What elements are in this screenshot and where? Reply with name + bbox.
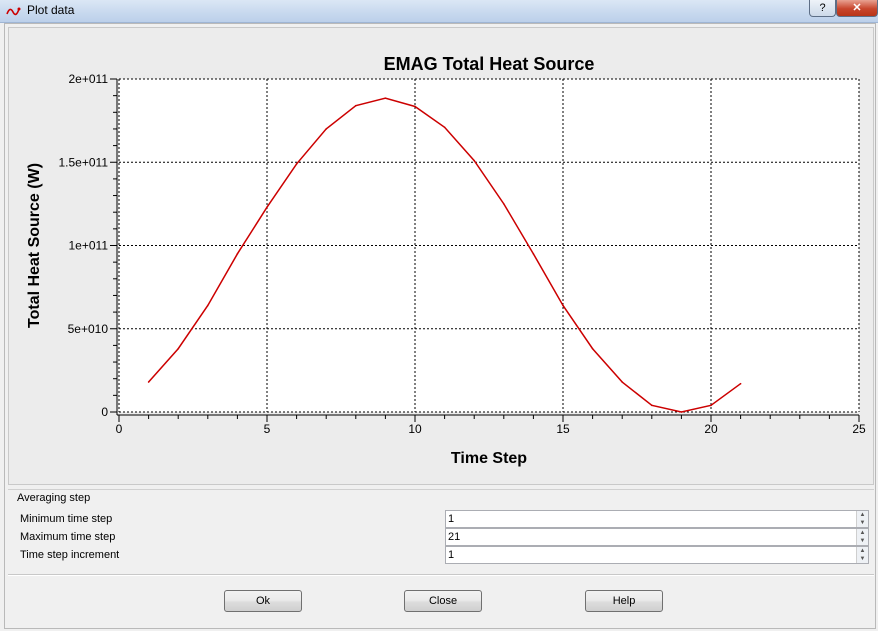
y-axis-label: Total Heat Source (W)	[26, 163, 43, 328]
min-time-step-input[interactable]	[448, 512, 848, 526]
min-time-step-label: Minimum time step	[20, 513, 113, 525]
x-tick-label: 20	[704, 422, 718, 436]
data-point	[739, 382, 742, 385]
y-tick-label: 1e+011	[69, 239, 109, 253]
spin-up-icon[interactable]: ▲	[857, 511, 868, 519]
data-point	[562, 304, 564, 307]
data-point	[532, 253, 535, 255]
close-window-button[interactable]: ✕	[836, 0, 878, 17]
group-title: Averaging step	[17, 492, 95, 504]
y-tick-label: 0	[101, 405, 108, 419]
plot-app-icon	[6, 7, 21, 16]
ok-button[interactable]: Ok	[224, 590, 302, 612]
help-button[interactable]: Help	[585, 590, 663, 612]
x-tick-label: 15	[556, 422, 570, 436]
data-point	[147, 381, 150, 383]
time-step-increment-input[interactable]	[448, 548, 848, 562]
data-point	[621, 381, 623, 383]
chart-title: EMAG Total Heat Source	[384, 54, 595, 74]
data-point	[443, 126, 446, 129]
title-bar: Plot data ? ✕	[0, 0, 878, 23]
spin-down-icon[interactable]: ▼	[857, 555, 868, 563]
data-point	[473, 159, 476, 162]
time-step-increment-spinbox[interactable]: ▲ ▼	[445, 546, 869, 564]
y-tick-label: 1.5e+011	[59, 155, 109, 169]
time-step-increment-label: Time step increment	[20, 549, 120, 561]
help-title-button[interactable]: ?	[809, 0, 836, 17]
spin-up-icon[interactable]: ▲	[857, 547, 868, 555]
max-time-step-label: Maximum time step	[20, 531, 116, 543]
data-point	[266, 206, 268, 209]
separator	[8, 574, 874, 576]
max-spin-arrows[interactable]: ▲ ▼	[856, 529, 868, 545]
x-tick-label: 25	[852, 422, 866, 436]
data-point	[710, 404, 712, 407]
data-point	[384, 97, 387, 99]
plot-chart: 0 5 10 15 20 25 0 5e+010 1e+011 1.5e+011 2e+011 EMA…	[26, 54, 866, 467]
y-tick-label: 5e+010	[68, 322, 109, 336]
data-point	[236, 253, 239, 255]
data-point	[503, 203, 505, 205]
averaging-step-group: Averaging step Minimum time step ▲ ▼ Max…	[8, 489, 874, 576]
chart-panel: 0 5 10 15 20 25 0 5e+010 1e+011 1.5e+011 2e+011 EMA…	[8, 27, 874, 485]
data-point	[325, 128, 328, 130]
data-point	[295, 163, 298, 165]
x-tick-label: 10	[408, 422, 422, 436]
max-time-step-input[interactable]	[448, 530, 848, 544]
spin-up-icon[interactable]: ▲	[857, 529, 868, 537]
data-point	[355, 104, 357, 107]
min-time-step-spinbox[interactable]: ▲ ▼	[445, 510, 869, 528]
data-point	[177, 347, 179, 350]
window-title: Plot data	[27, 3, 75, 17]
spin-down-icon[interactable]: ▼	[857, 537, 868, 545]
x-axis-label: Time Step	[451, 450, 527, 467]
close-button[interactable]: Close	[404, 590, 482, 612]
min-spin-arrows[interactable]: ▲ ▼	[856, 511, 868, 527]
x-tick-label: 0	[116, 422, 123, 436]
data-point	[207, 304, 209, 307]
data-point	[591, 347, 594, 350]
max-time-step-spinbox[interactable]: ▲ ▼	[445, 528, 869, 546]
x-tick-label: 5	[264, 422, 271, 436]
data-point	[680, 411, 683, 413]
y-tick-label: 2e+011	[69, 72, 109, 86]
data-point	[414, 105, 416, 108]
data-point	[651, 404, 653, 407]
inc-spin-arrows[interactable]: ▲ ▼	[856, 547, 868, 563]
spin-down-icon[interactable]: ▼	[857, 519, 868, 527]
